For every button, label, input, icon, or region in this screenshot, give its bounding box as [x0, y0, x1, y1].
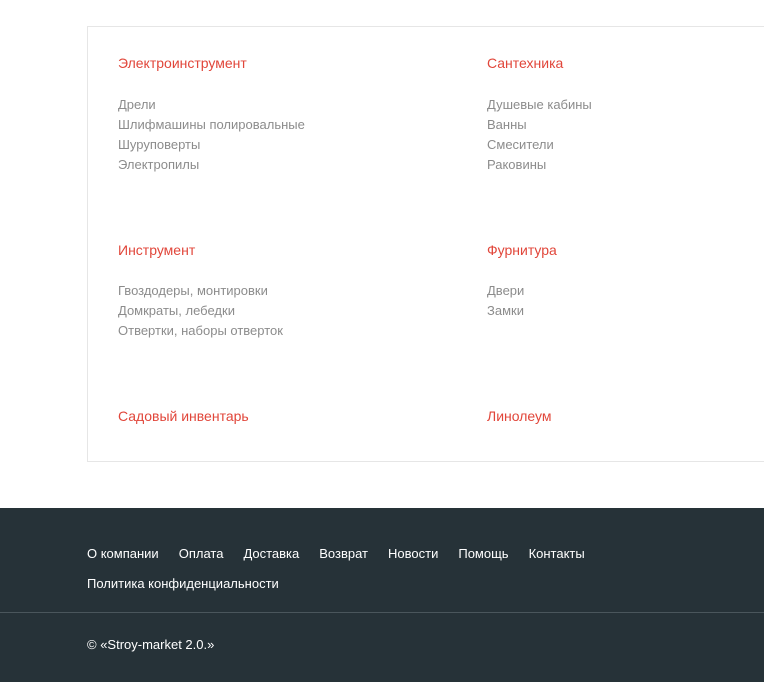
catalog-panel: Электроинструмент Дрели Шлифмашины полир…	[87, 26, 764, 462]
category-title[interactable]: Фурнитура	[487, 240, 557, 260]
category-linoleum: Линолеум	[487, 406, 551, 426]
subcategory-link[interactable]: Гвоздодеры, монтировки	[118, 281, 283, 301]
subcategory-link[interactable]: Раковины	[487, 155, 592, 175]
footer-link-returns[interactable]: Возврат	[319, 546, 368, 561]
footer-link-about[interactable]: О компании	[87, 546, 159, 561]
subcategory-link[interactable]: Дрели	[118, 95, 305, 115]
footer-link-help[interactable]: Помощь	[458, 546, 508, 561]
subcategory-link[interactable]: Электропилы	[118, 155, 305, 175]
category-hardware: Фурнитура Двери Замки	[487, 240, 557, 318]
category-title[interactable]: Сантехника	[487, 53, 563, 73]
footer-nav-row: Политика конфиденциальности	[87, 568, 687, 598]
subcategory-list: Дрели Шлифмашины полировальные Шуруповер…	[118, 95, 305, 175]
subcategory-link[interactable]: Отвертки, наборы отверток	[118, 321, 283, 341]
subcategory-link[interactable]: Душевые кабины	[487, 95, 592, 115]
footer-link-delivery[interactable]: Доставка	[243, 546, 299, 561]
subcategory-link[interactable]: Шлифмашины полировальные	[118, 115, 305, 135]
footer-nav: О компании Оплата Доставка Возврат Новос…	[87, 538, 687, 598]
subcategory-link[interactable]: Смесители	[487, 135, 592, 155]
copyright-text: © «Stroy-market 2.0.»	[87, 637, 215, 652]
category-power-tools: Электроинструмент Дрели Шлифмашины полир…	[118, 53, 305, 172]
subcategory-link[interactable]: Домкраты, лебедки	[118, 301, 283, 321]
subcategory-link[interactable]: Замки	[487, 301, 524, 321]
category-garden: Садовый инвентарь	[118, 406, 249, 426]
footer-link-contacts[interactable]: Контакты	[529, 546, 585, 561]
footer-nav-row: О компании Оплата Доставка Возврат Новос…	[87, 538, 687, 568]
subcategory-link[interactable]: Двери	[487, 281, 524, 301]
category-title[interactable]: Инструмент	[118, 240, 195, 260]
subcategory-link[interactable]: Шуруповерты	[118, 135, 305, 155]
footer-link-payment[interactable]: Оплата	[179, 546, 224, 561]
site-footer: О компании Оплата Доставка Возврат Новос…	[0, 508, 764, 682]
category-plumbing: Сантехника Душевые кабины Ванны Смесител…	[487, 53, 592, 172]
category-tools: Инструмент Гвоздодеры, монтировки Домкра…	[118, 240, 283, 338]
category-title[interactable]: Электроинструмент	[118, 53, 247, 73]
subcategory-list: Душевые кабины Ванны Смесители Раковины	[487, 95, 592, 175]
footer-link-privacy-policy[interactable]: Политика конфиденциальности	[87, 576, 279, 591]
category-title[interactable]: Линолеум	[487, 406, 551, 426]
footer-link-news[interactable]: Новости	[388, 546, 438, 561]
page: Электроинструмент Дрели Шлифмашины полир…	[0, 0, 764, 682]
category-title[interactable]: Садовый инвентарь	[118, 406, 249, 426]
subcategory-link[interactable]: Ванны	[487, 115, 592, 135]
subcategory-list: Гвоздодеры, монтировки Домкраты, лебедки…	[118, 281, 283, 341]
subcategory-list: Двери Замки	[487, 281, 524, 321]
footer-divider	[0, 612, 764, 613]
